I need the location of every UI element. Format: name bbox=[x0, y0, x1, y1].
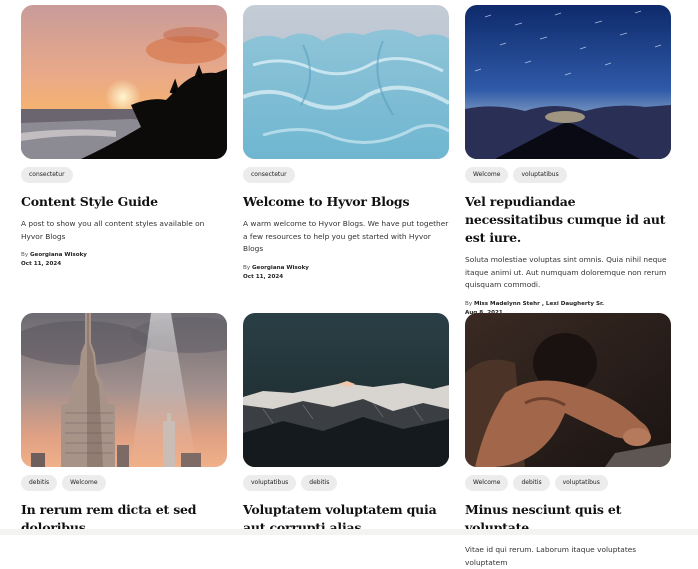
snowy-ridge-image bbox=[243, 313, 449, 467]
tag-chip[interactable]: voluptatibus bbox=[243, 475, 297, 491]
post-card[interactable]: Welcome voluptatibus Vel repudiandae nec… bbox=[465, 5, 671, 318]
post-byline: By Georgiana Wisoky bbox=[21, 251, 227, 260]
tag-list: Welcome debitis voluptatibus bbox=[465, 475, 671, 491]
post-thumbnail[interactable] bbox=[243, 313, 449, 467]
tag-chip[interactable]: consectetur bbox=[243, 167, 295, 183]
tag-chip[interactable]: debitis bbox=[301, 475, 338, 491]
post-excerpt: A post to show you all content styles av… bbox=[21, 219, 205, 241]
author-name[interactable]: Georgiana Wisoky bbox=[252, 265, 309, 271]
author-name[interactable]: Miss Madelynn Stehr , Lexi Daugherty Sr. bbox=[474, 301, 604, 307]
post-thumbnail[interactable] bbox=[465, 5, 671, 159]
by-label: By bbox=[243, 264, 251, 271]
post-card[interactable]: consectetur Welcome to Hyvor Blogs A war… bbox=[243, 5, 449, 282]
sunset-beach-image bbox=[21, 5, 227, 159]
tag-chip[interactable]: debitis bbox=[21, 475, 58, 491]
post-date: Oct 11, 2024 bbox=[21, 261, 62, 267]
post-byline: By Georgiana Wisoky bbox=[243, 264, 449, 273]
by-label: By bbox=[21, 252, 29, 258]
tag-chip[interactable]: Welcome bbox=[465, 167, 509, 183]
post-card[interactable]: consectetur Content Style Guide A post t… bbox=[21, 5, 227, 269]
empire-state-image bbox=[21, 313, 227, 467]
post-title[interactable]: Content Style Guide bbox=[21, 193, 227, 211]
tag-chip[interactable]: consectetur bbox=[21, 167, 73, 183]
tag-list: Welcome voluptatibus bbox=[465, 167, 671, 183]
post-date: Oct 11, 2024 bbox=[243, 273, 284, 280]
tag-list: debitis Welcome bbox=[21, 475, 227, 491]
post-thumbnail[interactable] bbox=[465, 313, 671, 467]
bottom-edge bbox=[0, 529, 698, 535]
by-label: By bbox=[465, 300, 473, 307]
climber-image bbox=[465, 313, 671, 467]
starry-mountain-image bbox=[465, 5, 671, 159]
tag-chip[interactable]: Welcome bbox=[62, 475, 106, 491]
tag-chip[interactable]: voluptatibus bbox=[554, 475, 608, 491]
blue-ice-image bbox=[243, 5, 449, 159]
post-excerpt: Vitae id qui rerum. Laborum itaque volup… bbox=[465, 545, 637, 567]
post-byline: By Miss Madelynn Stehr , Lexi Daugherty … bbox=[465, 300, 671, 309]
post-thumbnail[interactable] bbox=[21, 313, 227, 467]
tag-list: consectetur bbox=[21, 167, 227, 183]
post-title[interactable]: Vel repudiandae necessitatibus cumque id… bbox=[465, 193, 671, 247]
post-excerpt: Soluta molestiae voluptas sint omnis. Qu… bbox=[465, 255, 667, 289]
post-excerpt: A warm welcome to Hyvor Blogs. We have p… bbox=[243, 219, 449, 253]
author-name[interactable]: Georgiana Wisoky bbox=[30, 252, 87, 258]
post-thumbnail[interactable] bbox=[243, 5, 449, 159]
post-thumbnail[interactable] bbox=[21, 5, 227, 159]
post-card[interactable]: voluptatibus debitis Voluptatem voluptat… bbox=[243, 313, 449, 537]
tag-list: consectetur bbox=[243, 167, 449, 183]
tag-chip[interactable]: debitis bbox=[513, 475, 550, 491]
tag-chip[interactable]: Welcome bbox=[465, 475, 509, 491]
tag-list: voluptatibus debitis bbox=[243, 475, 449, 491]
post-title[interactable]: Welcome to Hyvor Blogs bbox=[243, 193, 449, 211]
post-card[interactable]: debitis Welcome In rerum rem dicta et se… bbox=[21, 313, 227, 537]
tag-chip[interactable]: voluptatibus bbox=[513, 167, 567, 183]
